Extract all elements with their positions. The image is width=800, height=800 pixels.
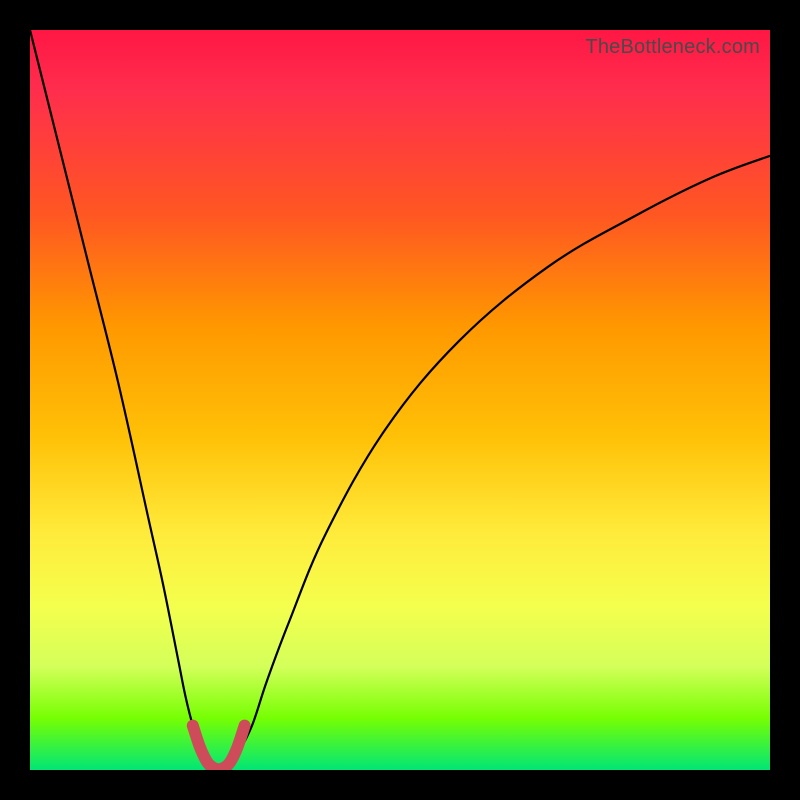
left-curve-line: [30, 30, 222, 770]
chart-plot-area: TheBottleneck.com: [30, 30, 770, 770]
chart-svg: [30, 30, 770, 770]
optimal-band-marker: [193, 726, 245, 770]
watermark-text: TheBottleneck.com: [585, 36, 760, 59]
right-curve-line: [222, 156, 770, 770]
